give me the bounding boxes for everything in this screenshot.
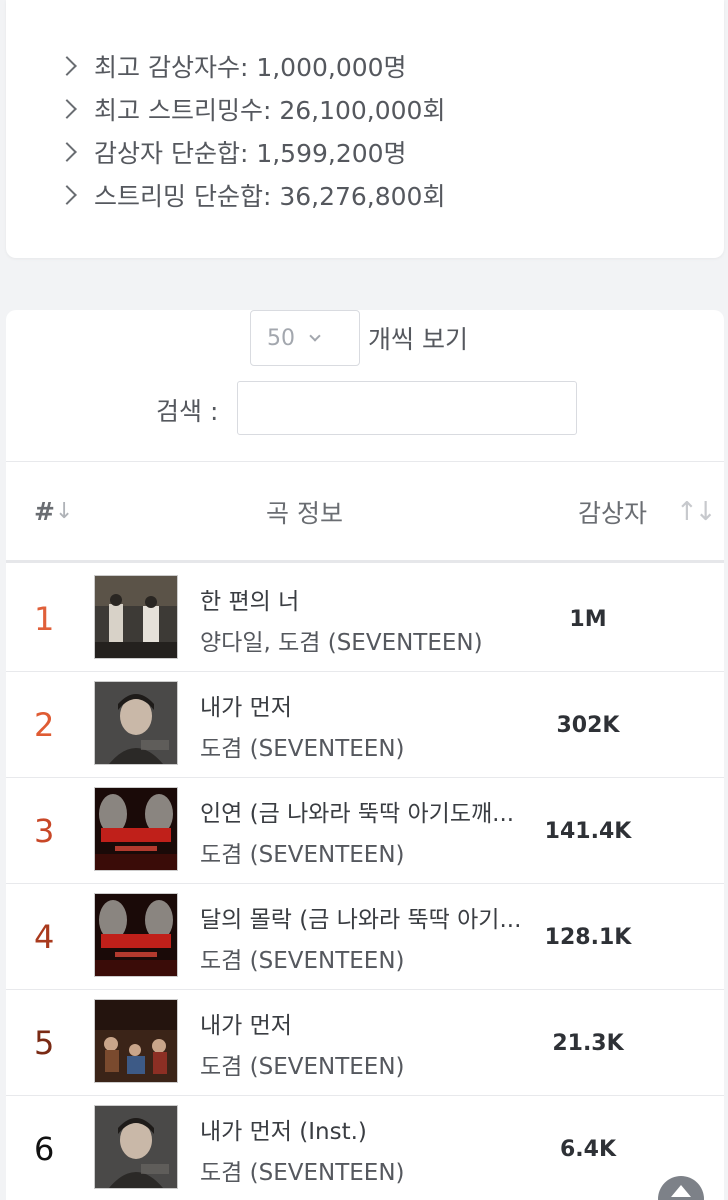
- album-cover-image: [94, 999, 178, 1083]
- stat-listeners-sum: 감상자 단순합: 1,599,200명: [57, 130, 445, 173]
- table-row[interactable]: 2 내가 먼저 도겸 (SEVENTEEN) 302K: [6, 672, 724, 778]
- album-cover-image: [94, 893, 178, 977]
- song-artist: 도겸 (SEVENTEEN): [200, 948, 405, 974]
- album-cover-image: [94, 681, 178, 765]
- table-row[interactable]: 5 내가 먼저 도겸 (SEVENTEEN) 21.3K: [6, 990, 724, 1096]
- album-cover-image: [94, 787, 178, 871]
- song-title[interactable]: 내가 먼저 (Inst.): [200, 1112, 367, 1146]
- rank-number: 6: [34, 1130, 55, 1168]
- sort-icon: ↑↓: [676, 496, 717, 527]
- chevron-right-icon: [57, 184, 77, 205]
- listener-count: 302K: [556, 712, 620, 738]
- search-input[interactable]: [237, 381, 577, 435]
- song-artist: 도겸 (SEVENTEEN): [200, 736, 405, 762]
- sort-icon: ↓: [54, 499, 74, 524]
- listener-count: 21.3K: [552, 1030, 624, 1056]
- song-title[interactable]: 인연 (금 나와라 뚝딱 아기도깨...: [200, 794, 514, 828]
- stat-peak-streams: 최고 스트리밍수: 26,100,000회: [57, 87, 445, 130]
- arrow-up-icon: [671, 1185, 691, 1197]
- chevron-down-icon: [309, 329, 321, 342]
- song-artist: 도겸 (SEVENTEEN): [200, 842, 405, 868]
- song-title[interactable]: 달의 몰락 (금 나와라 뚝딱 아기...: [200, 900, 521, 934]
- rank-number: 4: [34, 918, 55, 956]
- per-page-label: 개씩 보기: [368, 325, 468, 354]
- rank-number: 3: [34, 812, 55, 850]
- song-list: 1 한 편의 너 양다일, 도겸 (SEVENTEEN) 1M 2 내가 먼저 …: [6, 566, 724, 1200]
- per-page-select[interactable]: 50: [250, 310, 360, 366]
- song-artist: 도겸 (SEVENTEEN): [200, 1160, 405, 1186]
- song-column-header: 곡 정보: [266, 498, 343, 528]
- listener-count: 141.4K: [544, 818, 632, 844]
- stats-card: 최고 감상자수: 1,000,000명 최고 스트리밍수: 26,100,000…: [6, 0, 724, 258]
- per-page-value: 50: [267, 325, 295, 351]
- chevron-right-icon: [57, 55, 77, 76]
- listener-count: 128.1K: [544, 924, 632, 950]
- table-row[interactable]: 1 한 편의 너 양다일, 도겸 (SEVENTEEN) 1M: [6, 566, 724, 672]
- chevron-right-icon: [57, 98, 77, 119]
- song-artist: 양다일, 도겸 (SEVENTEEN): [200, 630, 483, 656]
- song-title[interactable]: 내가 먼저: [200, 688, 292, 722]
- stats-list: 최고 감상자수: 1,000,000명 최고 스트리밍수: 26,100,000…: [57, 44, 445, 216]
- table-row[interactable]: 4 달의 몰락 (금 나와라 뚝딱 아기... 도겸 (SEVENTEEN) 1…: [6, 884, 724, 990]
- rank-number: 5: [34, 1024, 55, 1062]
- listeners-column-header[interactable]: 감상자 ↑↓: [578, 462, 717, 561]
- rank-number: 2: [34, 706, 55, 744]
- stat-peak-listeners: 최고 감상자수: 1,000,000명: [57, 44, 445, 87]
- search-label: 검색 :: [156, 397, 219, 426]
- table-row[interactable]: 3 인연 (금 나와라 뚝딱 아기도깨... 도겸 (SEVENTEEN) 14…: [6, 778, 724, 884]
- album-cover-image: [94, 575, 178, 659]
- song-artist: 도겸 (SEVENTEEN): [200, 1054, 405, 1080]
- listener-count: 6.4K: [559, 1136, 617, 1162]
- listener-count: 1M: [569, 606, 607, 632]
- table-row[interactable]: 6 내가 먼저 (Inst.) 도겸 (SEVENTEEN) 6.4K: [6, 1096, 724, 1200]
- song-table-card: 50 개씩 보기 검색 : # ↓ 곡 정보 감상자 ↑↓ 1 한 편의 너 양다일…: [6, 310, 724, 1200]
- song-title[interactable]: 내가 먼저: [200, 1006, 292, 1040]
- song-title[interactable]: 한 편의 너: [200, 582, 299, 616]
- table-header: # ↓ 곡 정보 감상자 ↑↓: [6, 461, 724, 563]
- rank-number: 1: [34, 600, 55, 638]
- stat-streams-sum: 스트리밍 단순합: 36,276,800회: [57, 173, 445, 216]
- rank-column-header[interactable]: # ↓: [34, 462, 74, 561]
- chevron-right-icon: [57, 141, 77, 162]
- album-cover-image: [94, 1105, 178, 1189]
